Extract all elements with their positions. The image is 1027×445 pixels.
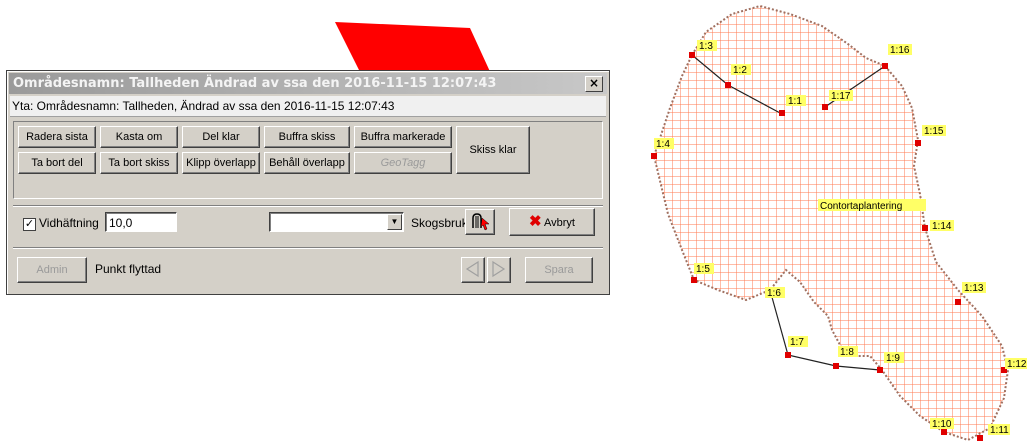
close-button[interactable]: × — [585, 76, 603, 92]
skogsbruk-tool-button[interactable] — [465, 209, 495, 235]
map-canvas[interactable]: 1:1 1:2 1:3 1:4 1:5 1:6 1:7 1:8 1:9 1:10… — [640, 0, 1027, 445]
avbryt-label: Avbryt — [544, 217, 575, 229]
vertex-label: 1:8 — [840, 347, 854, 358]
chevron-down-icon[interactable]: ▼ — [387, 214, 402, 230]
vertex-1-6[interactable]: 1:6 — [765, 287, 785, 299]
geotagg-button[interactable]: GeoTagg — [354, 152, 452, 174]
vertex-label: 1:14 — [932, 221, 952, 232]
skogsbruk-dropdown[interactable]: ▼ — [269, 212, 404, 232]
next-button[interactable] — [487, 257, 511, 283]
edit-area-dialog: Områdesnamn: Tallheden Ändrad av ssa den… — [6, 70, 610, 295]
skiss-klar-button[interactable]: Skiss klar — [456, 126, 530, 174]
vertex-label: 1:1 — [788, 96, 802, 107]
radera-sista-button[interactable]: Radera sista — [18, 126, 96, 148]
admin-button[interactable]: Admin — [17, 257, 87, 283]
forest-area-polygon[interactable] — [652, 4, 1010, 442]
behall-overlapp-button[interactable]: Behåll överlapp — [264, 152, 350, 174]
skogsbruk-label: Skogsbruk — [411, 216, 468, 230]
kasta-om-button[interactable]: Kasta om — [100, 126, 178, 148]
vertex-1-15[interactable]: 1:15 — [915, 125, 946, 146]
avbryt-button[interactable]: ✖ Avbryt — [509, 208, 595, 236]
vertex-1-7[interactable]: 1:7 — [785, 336, 808, 358]
arrow-right-icon — [492, 260, 506, 278]
vertex-label: 1:12 — [1007, 359, 1027, 370]
area-type-label: Contortaplantering — [820, 201, 902, 212]
vertex-label: 1:7 — [790, 337, 804, 348]
buffra-skiss-button[interactable]: Buffra skiss — [264, 126, 350, 148]
prev-button[interactable] — [461, 257, 485, 283]
del-klar-button[interactable]: Del klar — [182, 126, 260, 148]
vertex-label: 1:10 — [932, 419, 952, 430]
buffra-markerade-button[interactable]: Buffra markerade — [354, 126, 452, 148]
vidhaftning-label: Vidhäftning — [39, 216, 99, 230]
vertex-label: 1:11 — [990, 425, 1009, 436]
separator — [13, 247, 603, 249]
red-x-icon: ✖ — [528, 213, 542, 230]
vertex-label: 1:15 — [924, 126, 944, 137]
vertex-label: 1:13 — [964, 283, 984, 294]
area-info-text: Yta: Områdesnamn: Tallheden, Ändrad av s… — [10, 96, 606, 117]
dialog-titlebar[interactable]: Områdesnamn: Tallheden Ändrad av ssa den… — [9, 73, 607, 94]
vertex-label: 1:3 — [699, 41, 713, 52]
klipp-overlapp-button[interactable]: Klipp överlapp — [182, 152, 260, 174]
vertex-label: 1:6 — [767, 288, 781, 299]
vertex-label: 1:2 — [733, 65, 747, 76]
vertex-label: 1:5 — [696, 264, 710, 275]
vidhaftning-input[interactable]: 10,0 — [105, 212, 177, 232]
spara-button[interactable]: Spara — [525, 257, 593, 283]
vertex-1-8[interactable]: 1:8 — [833, 346, 858, 369]
vertex-1-14[interactable]: 1:14 — [922, 220, 954, 232]
separator — [13, 205, 603, 207]
arrow-left-icon — [465, 260, 479, 278]
vertex-1-16[interactable]: 1:16 — [882, 44, 912, 69]
ta-bort-del-button[interactable]: Ta bort del — [18, 152, 96, 174]
vertex-label: 1:16 — [890, 45, 910, 56]
vertex-label: 1:4 — [656, 139, 670, 150]
vertex-label: 1:9 — [886, 353, 900, 364]
vertex-label: 1:17 — [831, 91, 851, 102]
status-text: Punkt flyttad — [95, 262, 162, 276]
tree-cursor-icon — [472, 213, 490, 231]
dialog-title: Områdesnamn: Tallheden Ändrad av ssa den… — [13, 76, 497, 91]
ta-bort-skiss-button[interactable]: Ta bort skiss — [100, 152, 178, 174]
sketch-tools-panel: Radera sista Kasta om Del klar Buffra sk… — [13, 121, 603, 199]
red-selection-shape — [335, 22, 492, 76]
vidhaftning-checkbox[interactable]: ✓ — [23, 218, 36, 231]
